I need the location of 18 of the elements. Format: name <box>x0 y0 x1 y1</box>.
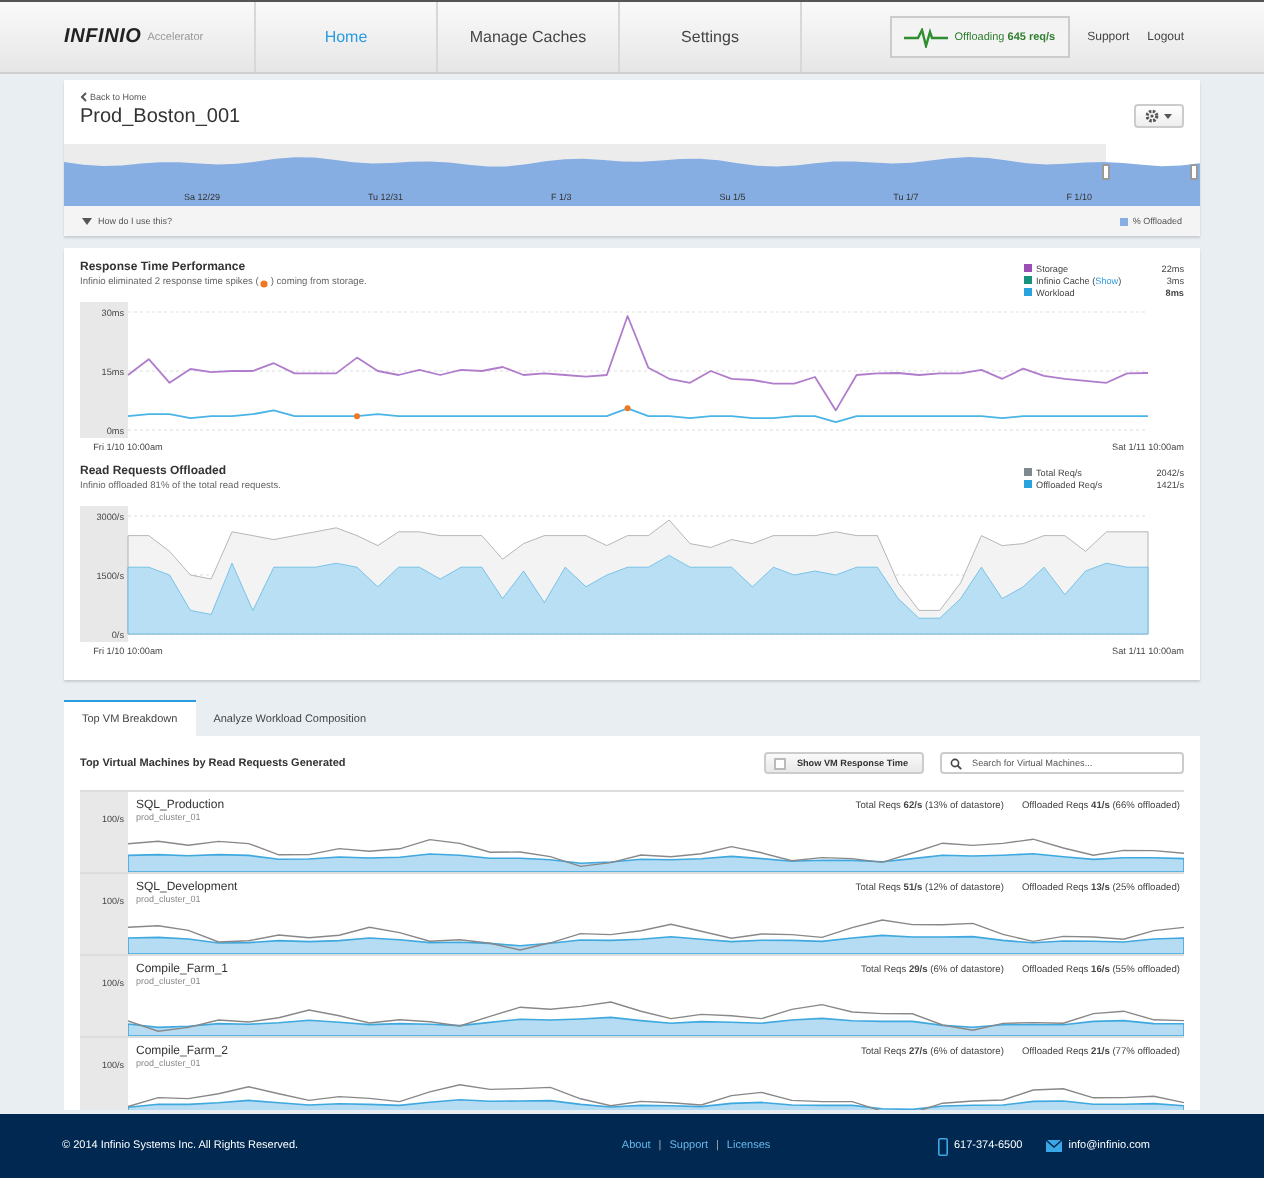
phone-icon <box>937 1137 948 1155</box>
range-handle[interactable] <box>1102 164 1110 180</box>
spike-dot-icon <box>260 279 269 287</box>
spike-marker <box>624 405 631 412</box>
nav-tab[interactable]: Manage Caches <box>436 2 618 72</box>
settings-button[interactable] <box>1134 104 1184 128</box>
checkbox[interactable] <box>774 757 787 769</box>
gear-icon <box>1143 108 1175 124</box>
chevron-left-icon <box>80 92 88 102</box>
page-title: Prod_Boston_001 <box>80 106 241 128</box>
nav-tab[interactable]: Settings <box>618 2 802 72</box>
logo: INFINIO <box>64 26 142 48</box>
legend-swatch <box>1120 217 1129 225</box>
spike-marker <box>354 413 360 420</box>
range-handle[interactable] <box>1190 164 1198 180</box>
pulse-icon <box>904 27 949 47</box>
mail-icon <box>1046 1140 1063 1152</box>
caret-icon <box>82 217 92 225</box>
